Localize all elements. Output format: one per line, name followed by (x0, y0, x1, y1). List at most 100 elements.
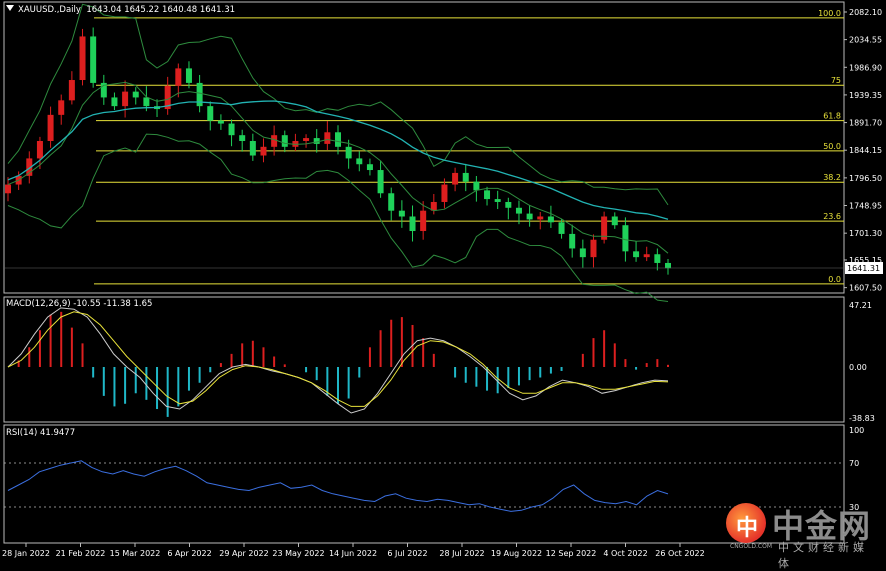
time-axis-label: 6 Jul 2022 (387, 549, 427, 558)
price-axis-label: 1796.50 (849, 174, 882, 183)
candle-body (590, 239, 597, 258)
candle-body (271, 135, 278, 147)
candle-body (473, 181, 480, 191)
candle-body (68, 80, 75, 101)
price-axis-label: 1939.35 (849, 91, 882, 100)
time-axis-label: 23 May 2022 (272, 549, 324, 558)
candle-body (611, 216, 618, 226)
bollinger-middle (7, 81, 669, 254)
macd-axis-label: 0.00 (849, 363, 867, 372)
price-axis-label: 1891.70 (849, 119, 882, 128)
candle-body (79, 36, 86, 81)
fib-level-label: 38.2 (823, 173, 841, 182)
candle-body (547, 216, 554, 223)
time-axis-label: 15 Mar 2022 (110, 549, 161, 558)
candle-body (420, 210, 427, 232)
watermark: 中 中金网 CNGOLD.COM 中文财经新媒体 (726, 499, 882, 570)
candle-body (335, 132, 341, 147)
candle-body (366, 164, 373, 171)
ohlc-values: 1643.04 1645.22 1640.48 1641.31 (86, 5, 236, 15)
candle-body (324, 132, 331, 144)
fib-level-label: 23.6 (823, 212, 841, 221)
candle-body (494, 199, 501, 202)
candle-body (5, 184, 11, 194)
candle-body (228, 123, 235, 136)
candle-body (356, 158, 363, 165)
price-axis-label: 2034.55 (849, 36, 882, 45)
candle-body (260, 146, 267, 156)
candle-body (111, 97, 118, 107)
candle-body (377, 170, 384, 194)
rsi-label: RSI(14) 41.9477 (6, 428, 76, 438)
candle-body (633, 251, 640, 258)
fib-level-label: 0.0 (828, 275, 841, 284)
cngold-logo-icon: 中 (726, 503, 766, 543)
candle-body (175, 68, 182, 86)
time-axis-label: 6 Apr 2022 (167, 549, 211, 558)
time-axis-label: 19 Aug 2022 (491, 549, 542, 558)
price-axis-label: 1748.95 (849, 201, 882, 210)
candle-body (122, 91, 129, 107)
watermark-subtitle: 中文财经新媒体 (778, 541, 868, 570)
candle-body (665, 262, 671, 269)
symbol-header: XAUUSD.,Daily 1643.04 1645.22 1640.48 16… (6, 5, 235, 15)
candle-body (132, 91, 139, 98)
rsi-line (7, 460, 669, 512)
moving-average-long (7, 100, 669, 220)
candle-body (388, 193, 395, 211)
candle-body (207, 106, 214, 121)
candle-body (643, 254, 650, 258)
candle-body (303, 138, 310, 141)
candle-body (58, 100, 65, 115)
time-axis-label: 14 Jun 2022 (329, 549, 377, 558)
time-axis-label: 28 Jul 2022 (439, 549, 484, 558)
candle-body (537, 216, 544, 220)
time-axis-label: 4 Oct 2022 (603, 549, 647, 558)
candle-body (185, 68, 192, 83)
current-price-label: 1641.31 (847, 264, 880, 273)
time-axis-label: 28 Jan 2022 (2, 549, 50, 558)
candle-body (90, 36, 97, 83)
price-axis-label: 1844.15 (849, 146, 882, 155)
rsi-axis-label: 70 (849, 459, 859, 468)
watermark-url: CNGOLD.COM (730, 543, 773, 550)
candle-body (579, 248, 586, 258)
candle-body (281, 135, 288, 147)
candle-body (558, 222, 565, 234)
candle-body (462, 172, 469, 182)
price-axis-label: 1986.90 (849, 63, 882, 72)
time-axis-label: 26 Oct 2022 (655, 549, 704, 558)
fib-level-label: 61.8 (823, 112, 841, 121)
candle-body (47, 114, 54, 141)
candle-body (217, 120, 224, 124)
time-axis-label: 29 Apr 2022 (219, 549, 268, 558)
price-chart[interactable]: 2082.10 2034.55 1986.90 1939.35 1891.70 1844.… (0, 0, 886, 565)
macd-label: MACD(12,26,9) -10.55 -11.38 1.65 (6, 299, 153, 309)
price-axis-label: 2082.10 (849, 8, 882, 17)
candle-body (441, 184, 448, 202)
price-axis-label: 1701.30 (849, 229, 882, 238)
time-axis-label: 12 Sep 2022 (546, 549, 597, 558)
candle-body (409, 216, 416, 232)
candle-body (484, 190, 491, 200)
macd-axis-label: 47.21 (849, 301, 872, 310)
price-axis-label: 1607.50 (849, 284, 882, 293)
candle-body (239, 135, 246, 141)
rsi-axis-label: 100 (849, 426, 864, 435)
candle-body (505, 201, 512, 208)
candle-body (515, 207, 522, 214)
bollinger-lower (7, 133, 669, 302)
candle-body (345, 146, 352, 159)
candle-body (526, 213, 533, 220)
collapse-triangle-icon[interactable] (6, 5, 14, 11)
candle-body (654, 254, 661, 263)
candle-body (36, 140, 43, 159)
fib-level-label: 75 (831, 76, 841, 85)
rsi-panel-frame (3, 424, 845, 544)
candle-body (452, 172, 459, 185)
candle-body (569, 233, 576, 249)
fib-level-label: 50.0 (823, 142, 841, 151)
time-axis-label: 21 Feb 2022 (56, 549, 106, 558)
bollinger-upper (7, 3, 669, 206)
symbol-name: XAUUSD.,Daily (18, 5, 81, 15)
